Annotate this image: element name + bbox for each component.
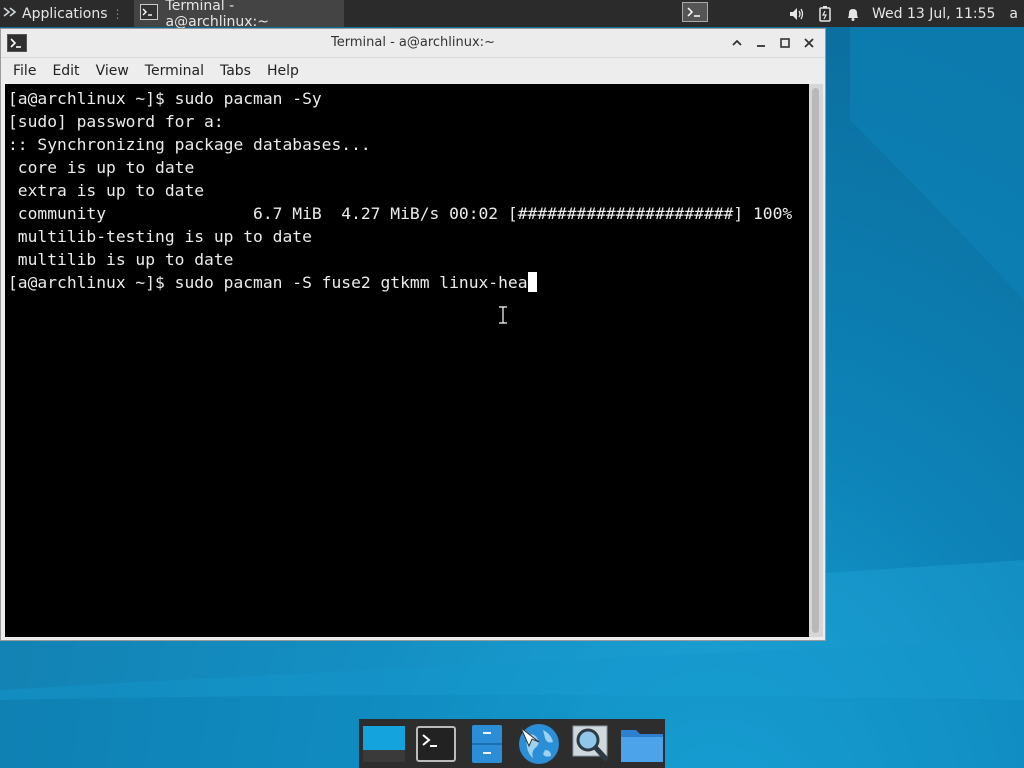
volume-icon[interactable]	[788, 5, 806, 23]
workspace-terminal-icon	[682, 1, 709, 26]
window-titlebar[interactable]: Terminal - a@archlinux:~	[1, 29, 825, 58]
file-manager-icon[interactable]	[464, 721, 510, 767]
scrollbar[interactable]	[809, 84, 823, 637]
terminal-line: :: Synchronizing package databases...	[8, 135, 371, 154]
menu-bar: File Edit View Terminal Tabs Help	[1, 58, 825, 84]
search-icon[interactable]	[568, 721, 614, 767]
menu-tabs[interactable]: Tabs	[212, 63, 259, 79]
separator-dots: ⋮	[111, 6, 124, 21]
terminal-line: [a@archlinux ~]$ sudo pacman -Sy	[8, 89, 322, 108]
menu-help[interactable]: Help	[259, 63, 307, 79]
taskbar-item-terminal[interactable]: Terminal - a@archlinux:~	[133, 0, 344, 30]
mouse-ibeam-cursor	[499, 306, 507, 324]
dock	[359, 719, 665, 768]
close-icon[interactable]	[799, 33, 819, 53]
terminal-line: multilib is up to date	[8, 250, 234, 269]
applications-menu-button[interactable]: Applications ⋮	[0, 0, 130, 27]
menu-edit[interactable]: Edit	[44, 63, 87, 79]
minimize-icon[interactable]	[751, 33, 771, 53]
menu-view[interactable]: View	[88, 63, 137, 79]
terminal-line: multilib-testing is up to date	[8, 227, 312, 246]
show-desktop-icon[interactable]	[361, 721, 407, 767]
web-browser-icon[interactable]	[516, 721, 562, 767]
terminal-line: [sudo] password for a:	[8, 112, 224, 131]
terminal-line: core is up to date	[8, 158, 195, 177]
terminal-icon[interactable]	[7, 34, 27, 56]
terminal-icon[interactable]	[413, 721, 459, 767]
applications-label: Applications	[22, 5, 108, 22]
maximize-up-icon[interactable]	[727, 33, 747, 53]
workspace-switcher[interactable]	[682, 0, 709, 27]
user-menu[interactable]: a	[1009, 6, 1018, 22]
top-panel: Applications ⋮ Terminal - a@archlinux:~ …	[0, 0, 1024, 30]
task-label: Terminal - a@archlinux:~	[165, 0, 269, 30]
terminal-window: Terminal - a@archlinux:~ File Edit View …	[0, 28, 826, 641]
scrollbar-thumb[interactable]	[812, 88, 819, 633]
restore-icon[interactable]	[775, 33, 795, 53]
terminal-line: community 6.7 MiB 4.27 MiB/s 00:02 [####…	[8, 204, 793, 223]
text-cursor	[527, 272, 537, 292]
command-input-line[interactable]: [a@archlinux ~]$ sudo pacman -S fuse2 gt…	[8, 273, 528, 292]
terminal-line: extra is up to date	[8, 181, 205, 200]
clock[interactable]: Wed 13 Jul, 11:55	[872, 6, 995, 22]
menu-icon	[2, 4, 18, 24]
notification-bell-icon[interactable]	[844, 5, 862, 23]
battery-icon[interactable]	[816, 5, 834, 23]
menu-terminal[interactable]: Terminal	[137, 63, 212, 79]
menu-file[interactable]: File	[5, 63, 44, 79]
terminal-icon	[139, 3, 158, 24]
terminal-output[interactable]: [a@archlinux ~]$ sudo pacman -Sy [sudo] …	[5, 84, 809, 637]
window-title: Terminal - a@archlinux:~	[331, 35, 495, 50]
folder-icon[interactable]	[619, 721, 665, 767]
